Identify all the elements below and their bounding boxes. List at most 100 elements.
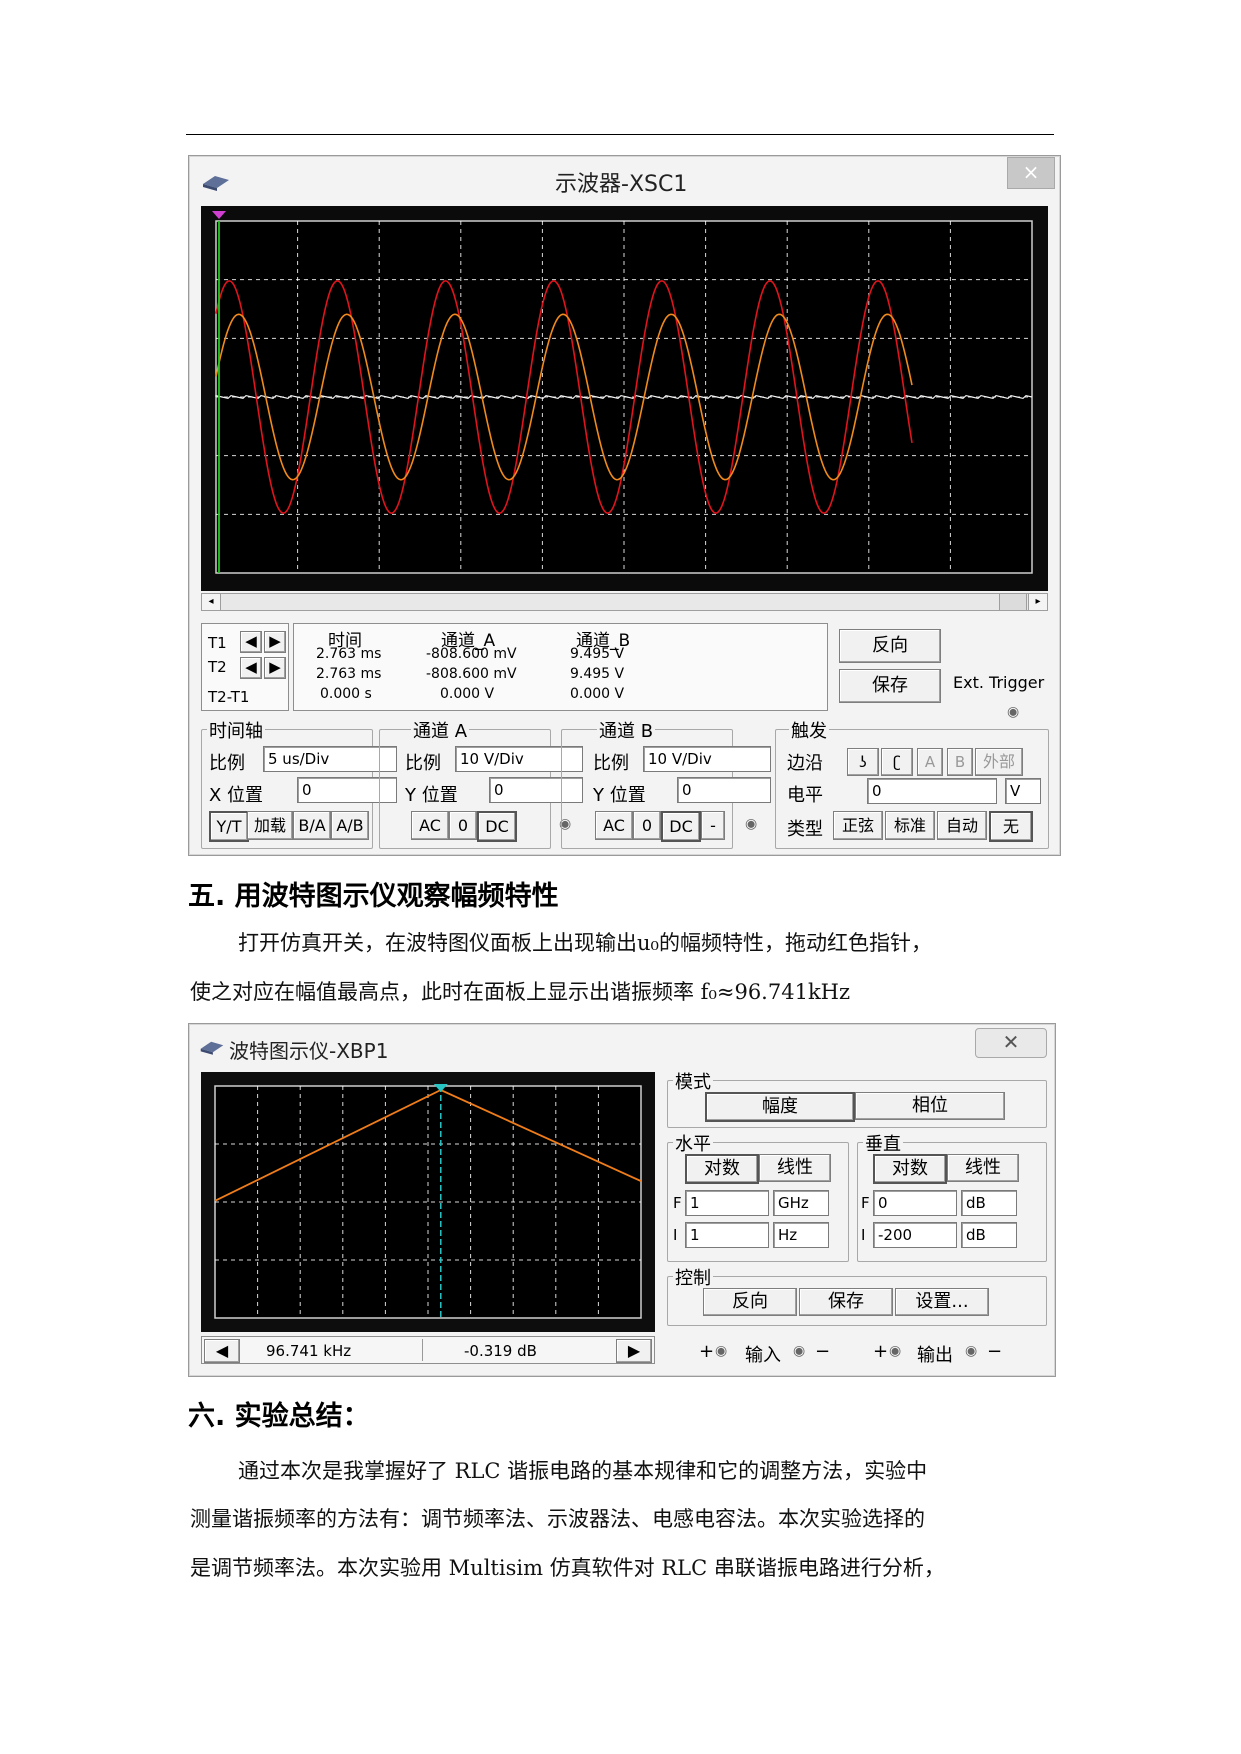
horizontal-scrollbar[interactable]: ◂ ▸ [201,593,1048,611]
section5-line2: 使之对应在幅值最高点，此时在面板上显示出谐振频率 f₀≈96.741kHz [190,980,851,1004]
falling-edge-icon: ʗ [893,753,901,771]
t2-t1-label: T2-T1 [208,688,250,706]
trigger-level-label: 电平 [787,785,823,806]
bode-settings-button[interactable]: 设置... [895,1288,989,1316]
vertical-f-label: F [861,1194,870,1212]
output-plus-terminal-icon[interactable]: ◉ [889,1343,901,1359]
trigger-a-button[interactable]: A [917,748,943,776]
channel-a-zero-button[interactable]: 0 [449,811,477,840]
channel-a-dc-button[interactable]: DC [477,811,517,842]
close-button[interactable]: × [1007,157,1055,189]
phase-button[interactable]: 相位 [855,1092,1005,1120]
vertical-i-field[interactable]: -200 [873,1222,957,1248]
horizontal-linear-button[interactable]: 线性 [759,1154,831,1182]
mode-title: 模式 [673,1068,713,1094]
bode-save-button[interactable]: 保存 [799,1288,893,1316]
horizontal-i-field[interactable]: 1 [685,1222,769,1248]
falling-edge-button[interactable]: ʗ [881,748,913,776]
timebase-scale-label: 比例 [209,753,245,774]
control-title: 控制 [673,1264,713,1290]
vertical-title: 垂直 [863,1130,903,1156]
horizontal-f-field[interactable]: 1 [685,1190,769,1216]
vertical-log-button[interactable]: 对数 [873,1154,947,1184]
header-rule [186,134,1054,135]
ab-button[interactable]: A/B [331,811,369,840]
trigger-normal-button[interactable]: 标准 [885,811,935,840]
channel-b-terminal-icon[interactable]: ◉ [745,816,757,832]
t2-left-button[interactable]: ◀ [240,657,262,679]
vertical-f-unit[interactable]: dB [961,1190,1017,1216]
section5-heading: 五. 用波特图示仪观察幅频特性 [188,881,559,912]
bode-frequency-readout: 96.741 kHz [266,1342,352,1360]
channel-b-dc-button[interactable]: DC [661,811,701,842]
scroll-left-icon[interactable]: ◂ [202,594,221,610]
rising-edge-button[interactable]: ʖ [847,748,879,776]
trigger-edge-label: 边沿 [787,753,823,774]
ba-button[interactable]: B/A [293,811,331,840]
input-minus-terminal-icon[interactable]: ◉ [793,1343,805,1359]
bode-reverse-button[interactable]: 反向 [703,1288,797,1316]
channel-b-scale-field[interactable]: 10 V/Div [643,746,771,772]
bode-title: 波特图示仪-XBP1 [229,1039,389,1063]
trigger-level-unit[interactable]: V [1005,778,1041,804]
t1-left-button[interactable]: ◀ [240,631,262,653]
section5-line1: 打开仿真开关，在波特图仪面板上出现输出u₀的幅频特性，拖动红色指针， [238,931,932,955]
trigger-none-button[interactable]: 无 [989,811,1033,842]
timebase-scale-field[interactable]: 5 us/Div [263,746,397,772]
measurement-readout: 时间 通道_A 通道_B 2.763 ms -808.600 mV 9.495 … [293,623,828,711]
vertical-linear-button[interactable]: 线性 [947,1154,1019,1182]
bode-close-button[interactable]: ✕ [975,1028,1047,1058]
oscilloscope-screen[interactable] [201,206,1048,591]
horizontal-title: 水平 [673,1130,713,1156]
arrow-left-icon: ◀ [215,1341,229,1360]
input-plus-terminal-icon[interactable]: ◉ [715,1343,727,1359]
t1-channel-b: 9.495 V [570,646,625,662]
trigger-type-label: 类型 [787,819,823,840]
horizontal-i-unit[interactable]: Hz [773,1222,829,1248]
horizontal-f-label: F [673,1194,682,1212]
ext-trigger-terminal-icon[interactable]: ◉ [1007,704,1019,720]
trigger-sine-button[interactable]: 正弦 [833,811,883,840]
vertical-i-unit[interactable]: dB [961,1222,1017,1248]
trigger-auto-button[interactable]: 自动 [937,811,987,840]
t1-label: T1 [208,634,227,652]
t2-channel-a: -808.600 mV [426,666,517,682]
channel-b-ypos-label: Y 位置 [593,785,646,806]
bode-screen[interactable] [201,1072,655,1332]
t2-label: T2 [208,658,227,676]
channel-b-title: 通道 B [597,717,656,743]
save-button[interactable]: 保存 [839,669,941,703]
cursor-right-button[interactable]: ▶ [616,1339,652,1363]
add-button[interactable]: 加载 [247,811,293,840]
delta-channel-b: 0.000 V [570,686,625,702]
channel-b-ac-button[interactable]: AC [595,811,633,840]
trigger-external-button[interactable]: 外部 [975,748,1023,776]
magnitude-button[interactable]: 幅度 [705,1092,855,1122]
output-minus-label: − [987,1341,1003,1362]
channel-b-zero-button[interactable]: 0 [633,811,661,840]
horizontal-f-unit[interactable]: GHz [773,1190,829,1216]
reverse-button[interactable]: 反向 [839,629,941,663]
trigger-level-field[interactable]: 0 [867,778,997,804]
scroll-right-icon[interactable]: ▸ [1028,594,1047,610]
arrow-right-icon: ▶ [627,1341,641,1360]
channel-b-minus-button[interactable]: - [701,811,725,840]
section6-line3: 是调节频率法。本次实验用 Multisim 仿真软件对 RLC 串联谐振电路进行… [190,1556,945,1580]
t1-channel-a: -808.600 mV [426,646,517,662]
multisim-logo-icon [203,176,229,191]
vertical-f-field[interactable]: 0 [873,1190,957,1216]
channel-b-ypos-field[interactable]: 0 [677,777,771,803]
horizontal-log-button[interactable]: 对数 [685,1154,759,1184]
t1-right-button[interactable]: ▶ [264,631,286,653]
trigger-b-button[interactable]: B [947,748,973,776]
section6-heading: 六. 实验总结： [188,1401,370,1432]
bode-readout-bar: ◀ 96.741 kHz -0.319 dB ▶ [201,1336,655,1364]
t2-time: 2.763 ms [316,666,382,682]
oscilloscope-window: 示波器-XSC1 × ◂ ▸ T1 ◀ ▶ T2 ◀ ▶ T2-T1 时间 通道… [188,155,1061,856]
cursor-left-button[interactable]: ◀ [204,1339,240,1363]
yt-button[interactable]: Y/T [209,811,249,842]
scroll-thumb[interactable] [999,594,1027,610]
t2-right-button[interactable]: ▶ [264,657,286,679]
output-minus-terminal-icon[interactable]: ◉ [965,1343,977,1359]
channel-a-ac-button[interactable]: AC [411,811,449,840]
